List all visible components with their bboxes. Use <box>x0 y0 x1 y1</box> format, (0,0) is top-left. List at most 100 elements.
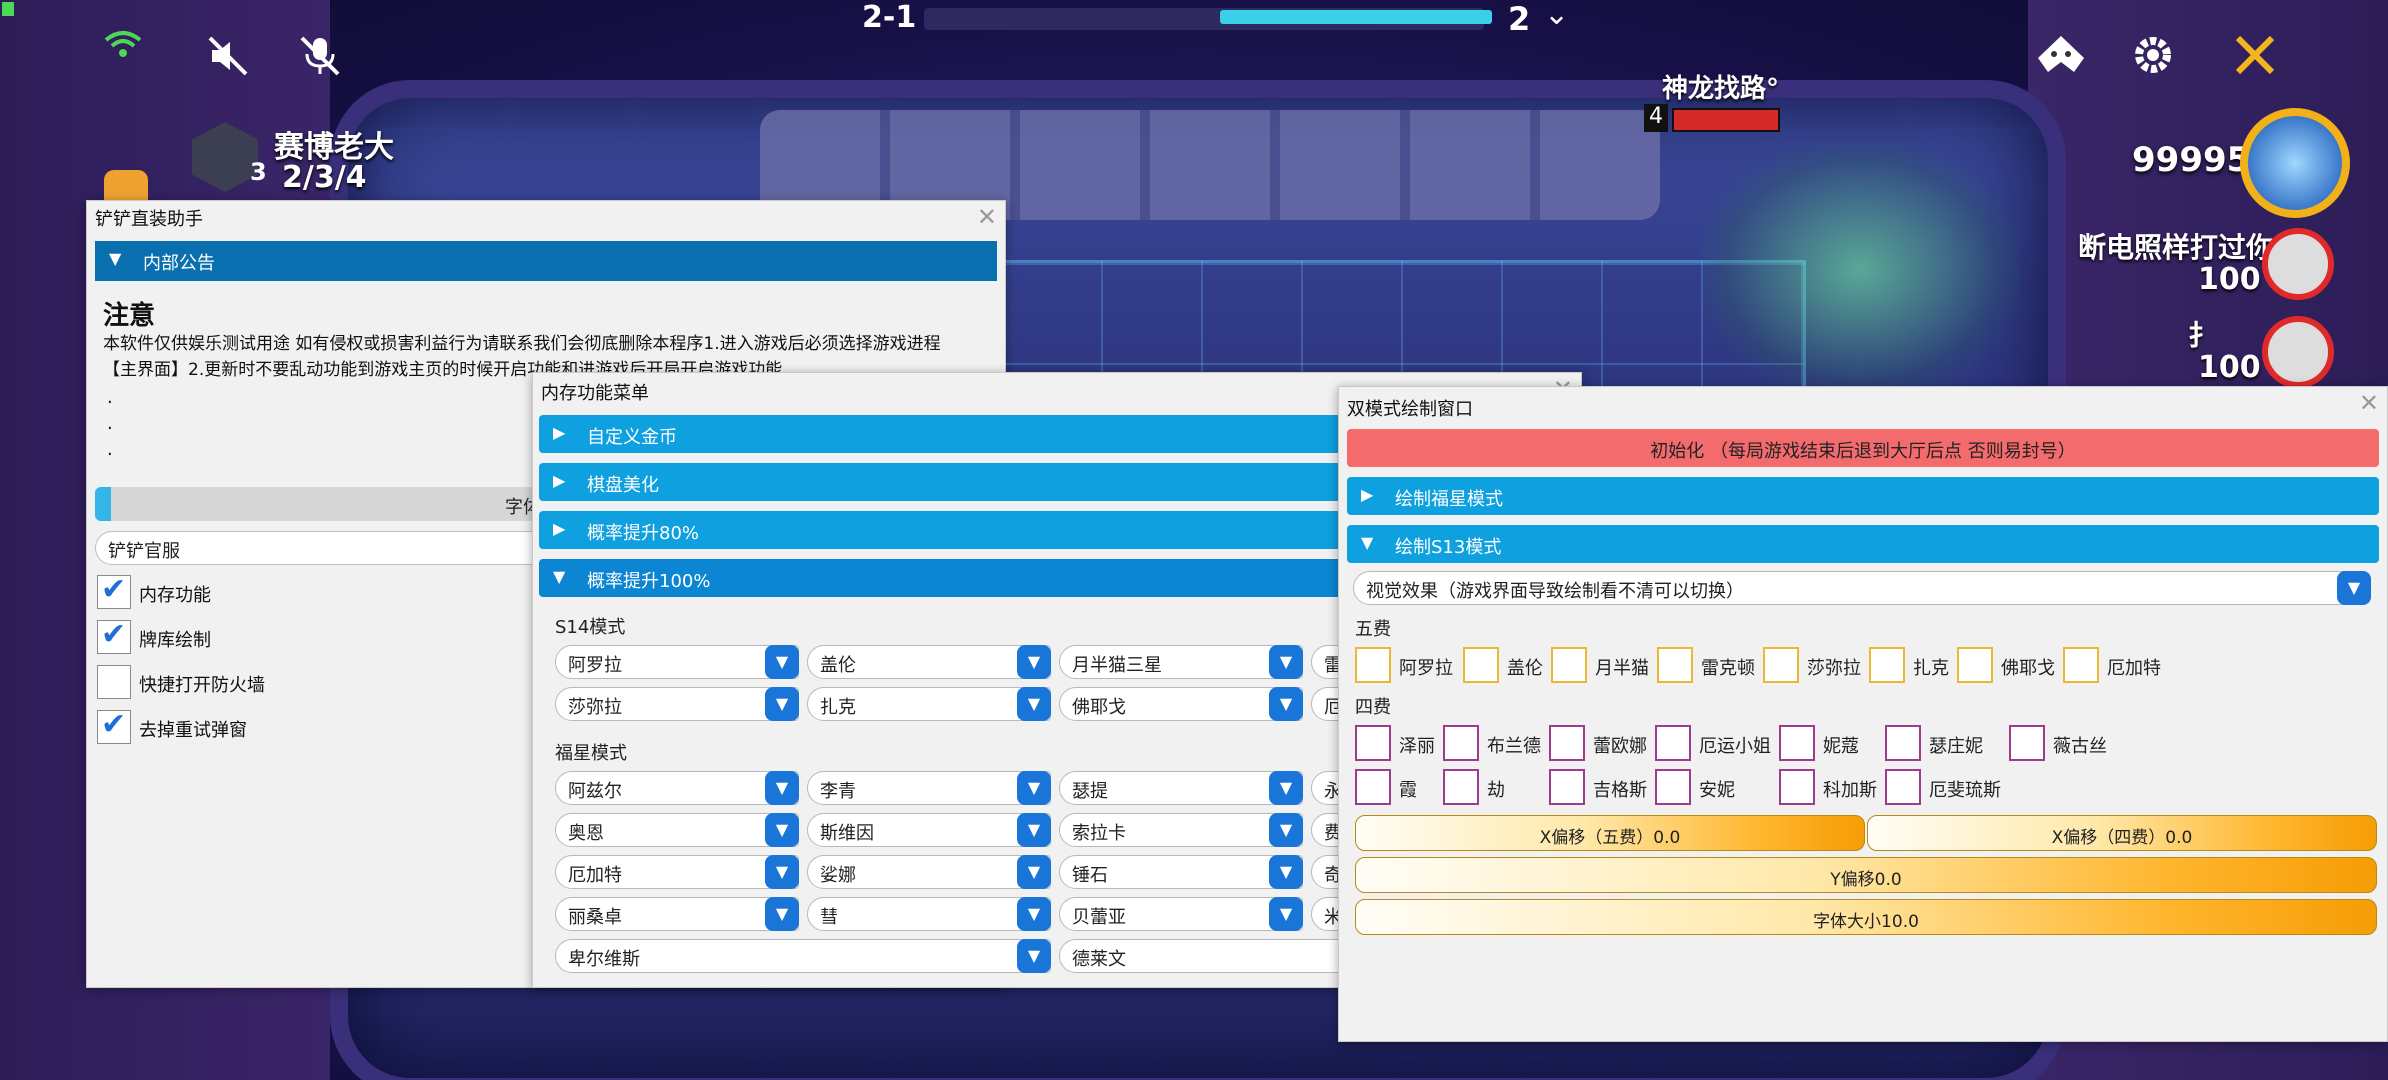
champion-name: 厄运小姐 <box>1699 736 1771 757</box>
champion-select[interactable]: 娑娜 ▼ <box>807 855 1051 889</box>
champion-checkbox[interactable] <box>1655 725 1691 761</box>
section-draw-fuxing[interactable]: ▶ 绘制福星模式 <box>1347 477 2379 515</box>
chevron-down-icon: ▼ <box>1269 687 1303 721</box>
champion-checkbox[interactable] <box>1957 647 1993 683</box>
section-draw-s13[interactable]: ▼ 绘制S13模式 <box>1347 525 2379 563</box>
chevron-down-icon: ▼ <box>1269 813 1303 847</box>
x-offset-four-cost-slider[interactable]: X偏移（四费）0.0 <box>1867 815 2377 851</box>
champion-select[interactable]: 丽桑卓 ▼ <box>555 897 799 931</box>
champion-select[interactable]: 莎弥拉 ▼ <box>555 687 799 721</box>
fuxing-mode-label: 福星模式 <box>555 743 627 764</box>
champion-checkbox[interactable] <box>1443 725 1479 761</box>
checkbox-remove-retry-popup[interactable] <box>97 707 131 744</box>
player-gold-score: 99995 <box>2132 140 2251 180</box>
expanded-arrow-icon: ▼ <box>1361 533 1374 552</box>
champion-name: 厄斐琉斯 <box>1929 780 2001 801</box>
champion-select[interactable]: 彗 ▼ <box>807 897 1051 931</box>
champion-checkbox[interactable] <box>1463 647 1499 683</box>
champion-checkbox[interactable] <box>1657 647 1693 683</box>
helmet-icon[interactable] <box>2034 32 2088 83</box>
champion-checkbox[interactable] <box>1885 725 1921 761</box>
checkbox-quick-firewall[interactable] <box>97 665 131 699</box>
player-level: 3 <box>250 158 267 186</box>
player-avatar[interactable] <box>2240 108 2350 218</box>
initialize-button[interactable]: 初始化 （每局游戏结束后退到大厅后点 否则易封号） <box>1347 429 2379 467</box>
champion-checkbox[interactable] <box>1869 647 1905 683</box>
champion-checkbox[interactable] <box>1655 769 1691 805</box>
font-size-slider[interactable]: 字体大小10.0 <box>1355 899 2377 935</box>
rank-player-avatar[interactable] <box>2262 228 2334 300</box>
champion-select[interactable]: 扎克 ▼ <box>807 687 1051 721</box>
mic-muted-icon[interactable] <box>298 34 342 85</box>
checkbox-label: 内存功能 <box>139 585 211 606</box>
champion-select[interactable]: 李青 ▼ <box>807 771 1051 805</box>
champion-select[interactable]: 阿罗拉 ▼ <box>555 645 799 679</box>
champion-select[interactable]: 锤石 ▼ <box>1059 855 1303 889</box>
champion-checkbox[interactable] <box>1355 647 1391 683</box>
champion-name: 薇古丝 <box>2053 736 2107 757</box>
champion-checkbox[interactable] <box>2009 725 2045 761</box>
chevron-down-icon: ▼ <box>1017 855 1051 889</box>
gear-icon[interactable] <box>2130 32 2176 85</box>
champion-select[interactable]: 卑尔维斯 ▼ <box>555 939 1051 973</box>
expanded-arrow-icon: ▼ <box>553 567 566 586</box>
x-offset-five-cost-slider[interactable]: X偏移（五费）0.0 <box>1355 815 1865 851</box>
speaker-muted-icon[interactable] <box>206 34 250 85</box>
champion-name: 月半猫 <box>1595 658 1649 679</box>
champion-checkbox[interactable] <box>1549 725 1585 761</box>
collapsed-arrow-icon: ▶ <box>553 519 566 538</box>
champion-name: 妮蔻 <box>1823 736 1859 757</box>
champion-checkbox[interactable] <box>1443 769 1479 805</box>
champion-name: 雷克顿 <box>1701 658 1755 679</box>
champion-select[interactable]: 盖伦 ▼ <box>807 645 1051 679</box>
champion-checkbox[interactable] <box>1551 647 1587 683</box>
champion-select[interactable]: 厄加特 ▼ <box>555 855 799 889</box>
collapsed-arrow-icon: ▶ <box>553 423 566 442</box>
window-title: 铲铲直装助手 <box>95 209 203 230</box>
visual-effect-select[interactable]: 视觉效果（游戏界面导致绘制看不清可以切换） ▼ <box>1353 571 2371 605</box>
champion-select[interactable]: 月半猫三星 ▼ <box>1059 645 1303 679</box>
champion-select[interactable]: 斯维因 ▼ <box>807 813 1051 847</box>
champion-checkbox[interactable] <box>1355 769 1391 805</box>
checkbox-memory-function[interactable] <box>97 572 131 609</box>
opponent-name: 神龙找路° <box>1662 74 1780 104</box>
champion-checkbox[interactable] <box>2063 647 2099 683</box>
rank-player-avatar[interactable] <box>2262 316 2334 388</box>
opponent-health-bar <box>1672 108 1780 132</box>
close-icon[interactable]: ✕ <box>977 203 997 231</box>
five-cost-label: 五费 <box>1355 619 1391 640</box>
notice-heading: 注意 <box>103 301 156 331</box>
chevron-down-icon: ▼ <box>765 897 799 931</box>
chevron-down-icon: ▼ <box>1269 897 1303 931</box>
champion-name: 莎弥拉 <box>1807 658 1861 679</box>
champion-select[interactable]: 贝蕾亚 ▼ <box>1059 897 1303 931</box>
close-icon[interactable]: ✕ <box>2359 389 2379 417</box>
chevron-down-icon: ▼ <box>1269 645 1303 679</box>
slider-fill <box>95 487 111 521</box>
checkbox-label: 去掉重试弹窗 <box>139 720 247 741</box>
champion-select[interactable]: 瑟提 ▼ <box>1059 771 1303 805</box>
champion-name: 瑟庄妮 <box>1929 736 1983 757</box>
section-notice[interactable]: ▼ 内部公告 <box>95 241 997 281</box>
round-label: 2-1 <box>862 0 917 35</box>
checkbox-card-pool-drawing[interactable] <box>97 617 131 654</box>
champion-checkbox[interactable] <box>1885 769 1921 805</box>
rank-player-name: 扌 <box>2188 319 2217 352</box>
wifi-icon <box>104 30 142 66</box>
crossed-swords-icon[interactable] <box>2232 32 2278 85</box>
champion-checkbox[interactable] <box>1355 725 1391 761</box>
champion-checkbox[interactable] <box>1779 769 1815 805</box>
four-cost-label: 四费 <box>1355 697 1391 718</box>
champion-checkbox[interactable] <box>1763 647 1799 683</box>
champion-checkbox[interactable] <box>1549 769 1585 805</box>
champion-select[interactable]: 奥恩 ▼ <box>555 813 799 847</box>
champion-select[interactable]: 索拉卡 ▼ <box>1059 813 1303 847</box>
y-offset-slider[interactable]: Y偏移0.0 <box>1355 857 2377 893</box>
champion-checkbox[interactable] <box>1779 725 1815 761</box>
champion-select[interactable]: 阿兹尔 ▼ <box>555 771 799 805</box>
champion-select[interactable]: 佛耶戈 ▼ <box>1059 687 1303 721</box>
chevron-down-icon[interactable]: ⌄ <box>1544 0 1569 30</box>
window-title: 双模式绘制窗口 <box>1347 399 1473 420</box>
stage-progress-fill <box>1220 10 1492 24</box>
champion-name: 安妮 <box>1699 780 1735 801</box>
